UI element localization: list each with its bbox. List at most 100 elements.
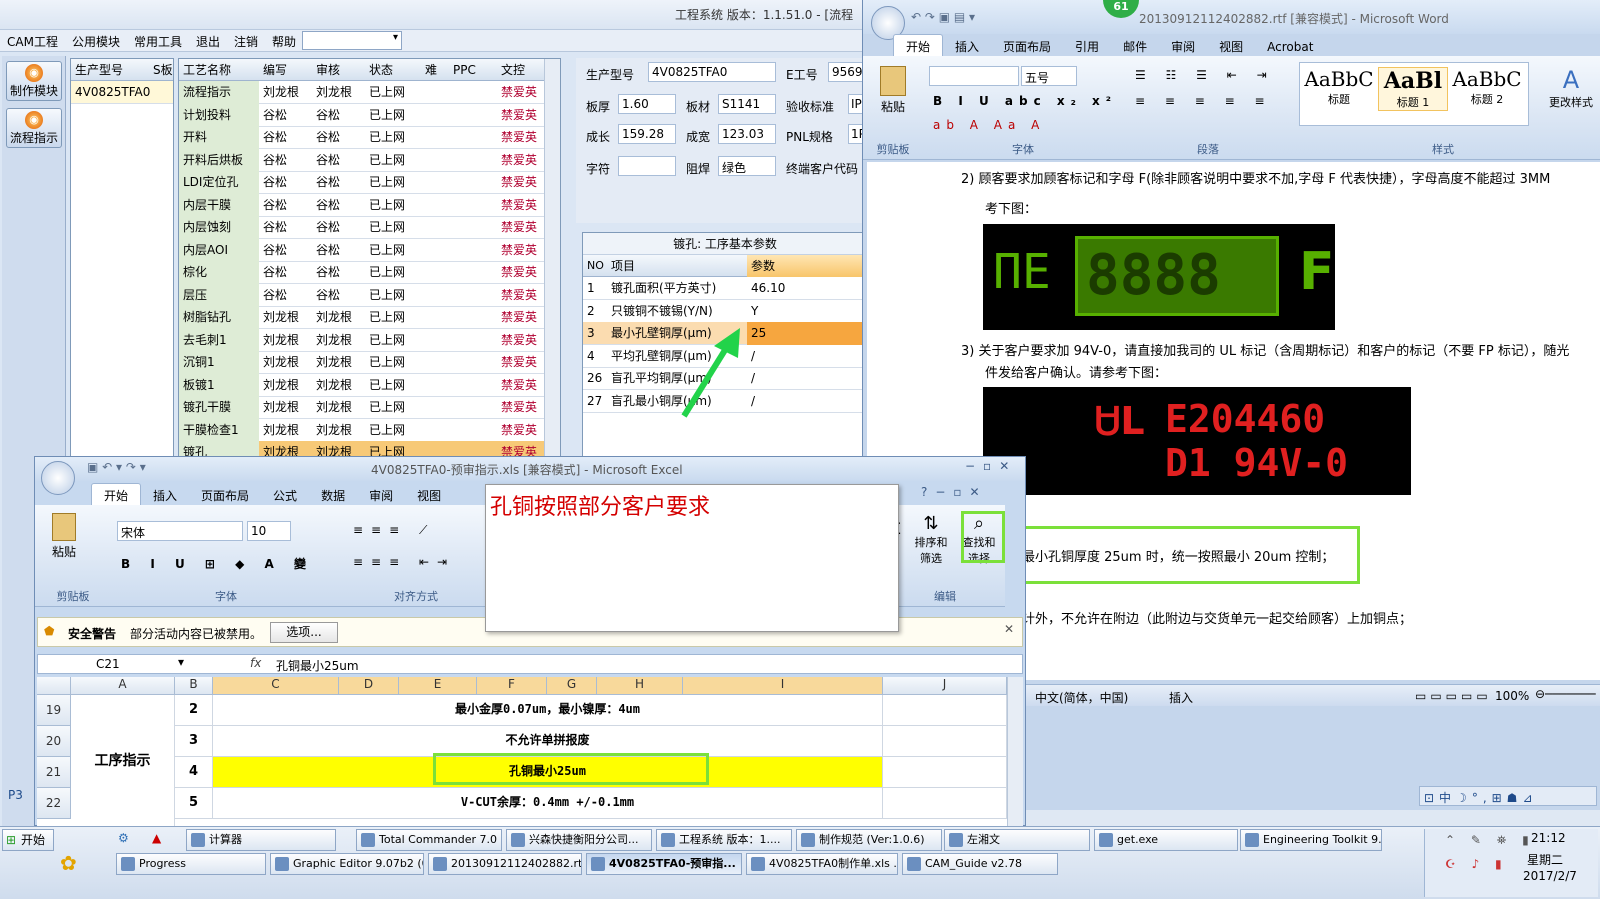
menu-help[interactable]: 帮助 [265,30,303,53]
word-tab-mail[interactable]: 邮件 [1111,35,1159,58]
status-language[interactable]: 中文(简体，中国) [1035,689,1128,706]
menu-cam[interactable]: CAM工程 [0,30,65,53]
word-tab-view[interactable]: 视图 [1207,35,1255,58]
excel-font-size[interactable]: 10 [247,521,291,541]
word-tab-acrobat[interactable]: Acrobat [1255,37,1325,57]
word-styles-gallery[interactable]: AaBbC 标题 AaBl 标题 1 AaBbC 标题 2 [1299,62,1529,126]
process-row[interactable]: 树脂钻孔 刘龙根 刘龙根 已上网 禁爱英 [179,306,545,329]
excel-format-buttons[interactable]: B I U ⊞ ◆ A 變 [121,555,314,572]
flower-icon[interactable]: ✿ [60,851,77,875]
pdf-icon[interactable]: ▲ [152,831,161,845]
word-color-buttons[interactable]: ab A Aa A [933,118,1045,132]
cell-c-merged[interactable]: V-CUT余厚：0.4mm +/-0.1mm [213,788,883,819]
cell-b[interactable]: 4 [175,757,213,788]
menu-exit[interactable]: 退出 [189,30,227,53]
style-heading2[interactable]: AaBbC 标题 2 [1452,67,1522,107]
task-button[interactable]: 4V0825TFA0-预审指... [586,853,742,875]
menu-public[interactable]: 公用模块 [65,30,127,53]
task-button[interactable]: 4V0825TFA0制作单.xls ... [746,853,898,875]
cell-b[interactable]: 3 [175,726,213,757]
field-length[interactable]: 159.28 [618,124,676,144]
view-buttons[interactable]: ▭▭▭▭▭ [1415,689,1492,703]
menu-tools[interactable]: 常用工具 [127,30,189,53]
field-mask[interactable]: 绿色 [718,156,776,176]
process-row[interactable]: LDI定位孔 谷松 谷松 已上网 禁爱英 [179,171,545,194]
process-row[interactable]: 干膜检查1 刘龙根 刘龙根 已上网 禁爱英 [179,418,545,442]
row-header[interactable]: 19 [37,695,71,726]
col-f[interactable]: F [477,677,547,695]
menu-combo[interactable]: ▾ [302,31,402,50]
status-mode[interactable]: 插入 [1169,689,1193,706]
tray-icons[interactable]: ⌃ ✎ ⛯ ▮ [1445,833,1535,848]
task-button[interactable]: 兴森快捷衡阳分公司... [506,829,652,851]
excel-align-buttons[interactable]: ≡≡≡ ⟋ [353,523,435,538]
cell-b[interactable]: 2 [175,695,213,726]
task-button[interactable]: CAM_Guide v2.78 [902,853,1058,875]
cell-j[interactable] [883,757,1007,788]
cell-b[interactable]: 5 [175,788,213,819]
task-button[interactable]: 工程系统 版本：1.... [656,829,792,851]
menu-logout[interactable]: 注销 [227,30,265,53]
sheet-scrollbar[interactable] [1007,677,1023,827]
word-tab-insert[interactable]: 插入 [943,35,991,58]
nav-flow-indication[interactable]: ◉ 流程指示 [6,108,62,148]
param-row[interactable]: 2 只镀铜不镀锡(Y/N) Y [583,300,867,323]
zoom-slider[interactable]: ⊖─────── [1535,687,1596,701]
model-row[interactable]: 4V0825TFA0 [71,81,173,104]
excel-tab-formula[interactable]: 公式 [261,484,309,507]
word-tab-review[interactable]: 审阅 [1159,35,1207,58]
process-row[interactable]: 内层AOI 谷松 谷松 已上网 禁爱英 [179,238,545,262]
nav-make-module[interactable]: ◉ 制作模块 [6,61,62,101]
name-box[interactable]: C21 [96,657,120,671]
excel-tab-data[interactable]: 数据 [309,484,357,507]
excel-indent-buttons[interactable]: ≡≡≡ ⇤⇥ [353,555,455,569]
process-row[interactable]: 内层蚀刻 谷松 谷松 已上网 禁爱英 [179,216,545,239]
task-button[interactable]: Graphic Editor 9.07b2 (0... [270,853,424,875]
cell-j[interactable] [883,788,1007,819]
row-header[interactable]: 22 [37,788,71,819]
word-font-name[interactable] [929,66,1019,86]
excel-font-name[interactable]: 宋体 [117,521,243,541]
col-d[interactable]: D [339,677,399,695]
process-row[interactable]: 层压 谷松 谷松 已上网 禁爱英 [179,283,545,307]
process-row[interactable]: 流程指示 刘龙根 刘龙根 已上网 禁爱英 [179,81,545,104]
process-scrollbar[interactable] [544,59,560,457]
task-button[interactable]: Engineering Toolkit 9.... [1240,829,1382,851]
process-row[interactable]: 开料 谷松 谷松 已上网 禁爱英 [179,126,545,149]
ql-icon-1[interactable]: ⚙ [118,831,129,845]
process-row[interactable]: 计划投料 谷松 谷松 已上网 禁爱英 [179,103,545,127]
start-button[interactable]: ⊞ 开始 [2,829,54,851]
ime-bar[interactable]: ⊡中☽°,⊞☗⊿ [1419,786,1597,806]
task-button[interactable]: 计算器 [186,829,336,851]
row-header[interactable]: 20 [37,726,71,757]
word-tab-home[interactable]: 开始 [893,34,944,58]
quick-access-toolbar[interactable]: ↶ ↷ ▣ ▤ ▾ [911,10,975,24]
col-e[interactable]: E [399,677,477,695]
param-row[interactable]: 1 镀孔面积(平方英寸) 46.10 [583,277,867,300]
col-g[interactable]: G [547,677,597,695]
word-paste-button[interactable]: 粘贴 [867,62,919,126]
clock-time[interactable]: 21:12 [1531,831,1566,845]
sheet-grid[interactable]: A B C D E F G H I J 19 2 最小金厚0.07um，最小镍厚：4… [37,677,1007,827]
excel-paste-button[interactable]: 粘贴 [41,509,87,573]
cell-j[interactable] [883,726,1007,757]
section-label[interactable]: 工序指示 [71,695,175,827]
row-header[interactable]: 21 [37,757,71,788]
process-row[interactable]: 镀孔干膜 刘龙根 刘龙根 已上网 禁爱英 [179,396,545,419]
col-i[interactable]: I [683,677,883,695]
excel-quick-access[interactable]: ▣ ↶ ▾ ↷ ▾ [87,460,146,474]
process-row[interactable]: 板镀1 刘龙根 刘龙根 已上网 禁爱英 [179,373,545,397]
field-width[interactable]: 123.03 [718,124,776,144]
excel-tab-insert[interactable]: 插入 [141,484,189,507]
process-row[interactable]: 棕化 谷松 谷松 已上网 禁爱英 [179,261,545,284]
select-all[interactable] [37,677,71,695]
excel-office-button[interactable] [41,461,75,495]
change-styles-button[interactable]: A 更改样式 [1543,66,1599,110]
process-row[interactable]: 去毛刺1 刘龙根 刘龙根 已上网 禁爱英 [179,328,545,352]
excel-window-controls[interactable]: −▫✕ [965,459,1017,473]
field-char[interactable] [618,156,676,176]
process-row[interactable]: 开料后烘板 谷松 谷松 已上网 禁爱英 [179,148,545,172]
security-options-button[interactable]: 选项... [270,622,338,643]
formula-content[interactable]: 孔铜最小25um [276,657,359,674]
word-align-buttons[interactable]: ≡ ≡ ≡ ≡ ≡ [1135,94,1273,108]
